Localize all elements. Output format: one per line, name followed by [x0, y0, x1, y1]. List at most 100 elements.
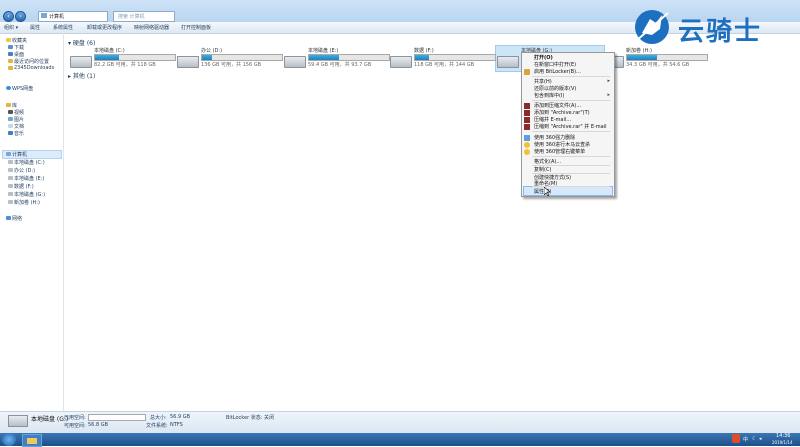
- drive-e[interactable]: 本地磁盘 (E:) 59.4 GB 可用，共 93.7 GB: [284, 47, 390, 71]
- menu-item-copy[interactable]: 复制(C): [534, 166, 551, 173]
- sidebar-item-wps[interactable]: WPS网盘: [12, 85, 33, 92]
- drive-free-space: 34.3 GB 可用，共 54.6 GB: [626, 62, 690, 68]
- drive-icon: [8, 200, 13, 204]
- usage-fill: [202, 55, 213, 60]
- taskbar-explorer-icon[interactable]: [22, 434, 42, 447]
- menu-item-bitlocker[interactable]: 启用 BitLocker(B)...: [534, 68, 581, 75]
- usage-fill: [415, 55, 430, 60]
- menu-separator: [532, 156, 610, 157]
- group-hard-disks[interactable]: ▾ 硬盘 (6): [68, 38, 95, 47]
- drive-c[interactable]: 本地磁盘 (C:) 82.2 GB 可用，共 118 GB: [70, 47, 176, 71]
- details-pane: 本地磁盘 (G:) 已用空间: 可用空间: 56.8 GB 总大小: 56.9 …: [0, 411, 800, 434]
- sidebar-item-downloads[interactable]: 下载: [14, 44, 24, 51]
- hard-drive-icon: [390, 56, 412, 68]
- sidebar-item-network[interactable]: 网络: [12, 215, 22, 222]
- menu-item-360-manage[interactable]: 使用 360管理右键菜单: [534, 148, 585, 155]
- network-icon: [6, 216, 11, 220]
- drive-name: 办公 (D:): [201, 48, 223, 54]
- menu-item-360-delete[interactable]: 使用 360强力删除: [534, 134, 575, 141]
- menu-separator: [532, 76, 610, 77]
- recent-places-icon: [8, 59, 13, 63]
- sidebar-item-drive-e[interactable]: 本地磁盘 (E:): [14, 175, 44, 182]
- drive-icon: [8, 176, 13, 180]
- drive-icon: [8, 160, 13, 164]
- start-button[interactable]: [2, 433, 16, 446]
- usage-bar: [414, 54, 496, 61]
- uninstall-button[interactable]: 卸载或更改程序: [87, 24, 122, 31]
- menu-item-compress-rar-email[interactable]: 压缩到 "Archive.rar" 并 E-mail: [534, 123, 607, 130]
- folder-icon: [8, 66, 13, 70]
- system-tray: 中 ☾ ◂ 14:36 2019/1/14: [730, 433, 800, 446]
- clock-time[interactable]: 14:36: [776, 433, 790, 439]
- taskbar: 中 ☾ ◂ 14:36 2019/1/14: [0, 433, 800, 447]
- sidebar-item-videos[interactable]: 视频: [14, 109, 24, 116]
- sogou-ime-icon[interactable]: [732, 434, 740, 443]
- details-total-value: 56.9 GB: [170, 414, 191, 420]
- sidebar-item-recent[interactable]: 最近访问的位置: [14, 58, 49, 65]
- details-fs-value: NTFS: [170, 422, 183, 428]
- sidebar-item-documents[interactable]: 文档: [14, 123, 24, 130]
- drive-h[interactable]: 新加卷 (H:) 34.3 GB 可用，共 54.6 GB: [602, 47, 708, 71]
- sidebar-item-drive-f[interactable]: 数据 (F:): [14, 183, 34, 190]
- sidebar-item-music[interactable]: 音乐: [14, 130, 24, 137]
- group-other[interactable]: ▸ 其他 (1): [68, 71, 95, 80]
- forward-button[interactable]: ›: [15, 11, 26, 22]
- sidebar-item-drive-d[interactable]: 办公 (D:): [14, 167, 35, 174]
- sidebar-item-libraries[interactable]: 库: [12, 102, 17, 109]
- drive-free-space: 59.4 GB 可用，共 93.7 GB: [308, 62, 372, 68]
- details-free-label: 可用空间:: [64, 423, 86, 429]
- menu-item-open[interactable]: 打开(O): [534, 54, 553, 61]
- speaker-icon[interactable]: ◂: [759, 436, 762, 442]
- menu-item-include-library[interactable]: 包含到库中(I): [534, 92, 564, 99]
- sidebar-item-favorites[interactable]: 收藏夹: [12, 37, 27, 44]
- winrar-icon: [524, 110, 530, 116]
- menu-item-add-archive[interactable]: 添加到压缩文件(A)...: [534, 102, 581, 109]
- menu-item-360-scan[interactable]: 使用 360进行木马云查杀: [534, 141, 590, 148]
- menu-item-share[interactable]: 共享(H): [534, 78, 552, 85]
- hard-drive-icon: [497, 56, 519, 68]
- map-network-drive-button[interactable]: 映射网络驱动器: [134, 24, 169, 31]
- sidebar-item-computer[interactable]: 计算机: [12, 151, 27, 158]
- drive-free-space: 136 GB 可用，共 156 GB: [201, 62, 262, 68]
- menu-item-add-archive-rar[interactable]: 添加到 "Archive.rar"(T): [534, 109, 590, 116]
- usage-bar: [94, 54, 176, 61]
- download-icon: [8, 45, 13, 49]
- sidebar-item-pictures[interactable]: 图片: [14, 116, 24, 123]
- sidebar-item-drive-g[interactable]: 本地磁盘 (G:): [14, 191, 45, 198]
- usage-fill: [627, 55, 657, 60]
- documents-icon: [8, 124, 13, 128]
- usage-bar: [308, 54, 390, 61]
- bitlocker-icon: [524, 69, 530, 75]
- back-button[interactable]: ‹: [3, 11, 14, 22]
- system-properties-button[interactable]: 系统属性: [53, 24, 73, 31]
- submenu-arrow-icon: ▸: [607, 78, 610, 84]
- address-text: 计算机: [49, 14, 65, 20]
- group-other-label: 其他 (1): [72, 73, 96, 80]
- navigation-pane: 收藏夹 下载 桌面 最近访问的位置 2345Downloads WPS网盘 库 …: [0, 33, 64, 411]
- address-bar[interactable]: 计算机: [38, 11, 108, 22]
- menu-item-compress-email[interactable]: 压缩并 E-mail...: [534, 116, 571, 123]
- sidebar-item-drive-c[interactable]: 本地磁盘 (C:): [14, 159, 45, 166]
- drive-free-space: 118 GB 可用，共 144 GB: [414, 62, 475, 68]
- search-input[interactable]: 搜索 计算机: [113, 11, 175, 22]
- details-fs-label: 文件系统:: [146, 423, 168, 429]
- properties-button[interactable]: 属性: [30, 24, 40, 31]
- ime-mode[interactable]: 中: [743, 436, 748, 443]
- sidebar-item-drive-h[interactable]: 新加卷 (H:): [14, 199, 40, 206]
- drive-d[interactable]: 办公 (D:) 136 GB 可用，共 156 GB: [177, 47, 283, 71]
- organize-button[interactable]: 组织 ▾: [4, 24, 18, 31]
- open-control-panel-button[interactable]: 打开控制面板: [181, 24, 211, 31]
- video-icon: [8, 110, 13, 114]
- sidebar-item-2345downloads[interactable]: 2345Downloads: [14, 65, 54, 71]
- watermark-text: 云骑士: [678, 17, 763, 47]
- menu-item-open-new-window[interactable]: 在新窗口中打开(E): [534, 61, 576, 68]
- menu-item-format[interactable]: 格式化(A)...: [534, 158, 561, 165]
- hard-drive-icon: [70, 56, 92, 68]
- menu-item-restore[interactable]: 还原以前的版本(V): [534, 85, 576, 92]
- 360-shield-icon: [524, 149, 530, 155]
- moon-icon[interactable]: ☾: [752, 436, 756, 442]
- clock-date[interactable]: 2019/1/14: [772, 440, 793, 445]
- drive-f[interactable]: 数据 (F:) 118 GB 可用，共 144 GB: [390, 47, 496, 71]
- sidebar-item-desktop[interactable]: 桌面: [14, 51, 24, 58]
- winrar-icon: [524, 117, 530, 123]
